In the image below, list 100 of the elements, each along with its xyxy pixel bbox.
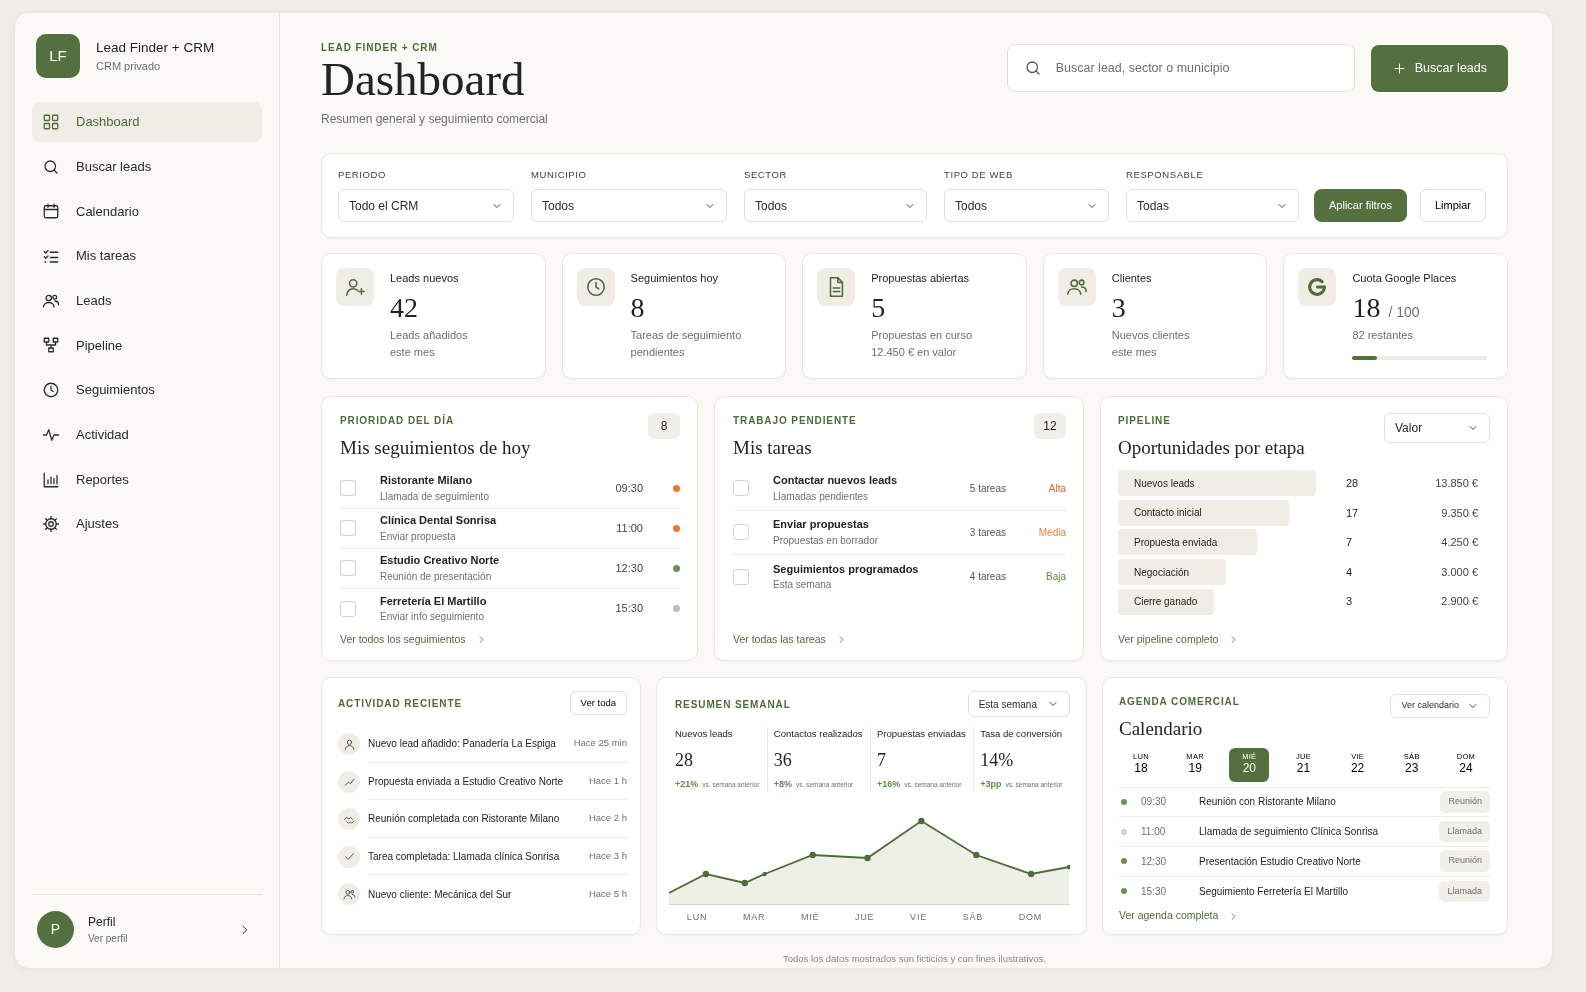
stat-note: Tareas de seguimiento	[630, 328, 743, 344]
event-title: Llamada de seguimiento Clínica Sonrisa	[1199, 825, 1379, 840]
stage-count: 28	[1346, 476, 1360, 492]
checkbox[interactable]	[733, 480, 749, 496]
sidebar-item[interactable]: Dashboard	[32, 102, 262, 142]
apply-filters-button[interactable]: Aplicar filtros	[1314, 189, 1407, 222]
week-dropdown[interactable]: Esta semana	[967, 691, 1070, 717]
activity-time: Hace 1 h	[588, 773, 627, 788]
page-eyebrow: LEAD FINDER + CRM	[321, 41, 439, 55]
user-plus-icon	[344, 276, 366, 298]
checkbox[interactable]	[340, 600, 356, 617]
metric-change: +3pp	[980, 778, 1002, 792]
stat-note: 82 restantes	[1352, 328, 1414, 344]
user-icon	[342, 737, 356, 751]
stage-value: 9.350 €	[1440, 505, 1478, 521]
activity-time: Hace 25 min	[573, 736, 627, 751]
day-label: LUN	[686, 910, 708, 924]
users-icon	[342, 887, 356, 901]
checkbox[interactable]	[733, 568, 749, 585]
filter-dropdown[interactable]: Todos	[944, 189, 1109, 222]
metric-label: Contactos realizados	[773, 727, 864, 741]
task-detail: Esta semana	[773, 578, 833, 593]
stat-label: Leads nuevos	[390, 271, 460, 286]
card-eyebrow: TRABAJO PENDIENTE	[733, 414, 857, 428]
view-all-button[interactable]: Ver toda	[569, 691, 627, 716]
sidebar-item[interactable]: Calendario	[32, 191, 262, 232]
data-point	[918, 817, 925, 824]
brand-subtitle: CRM privado	[96, 58, 162, 74]
day-label: JUE	[855, 910, 875, 924]
filter-dropdown[interactable]: Todo el CRM	[338, 189, 514, 222]
sidebar-item[interactable]: Reportes	[32, 459, 262, 500]
filter-label: SECTOR	[744, 167, 788, 182]
card-eyebrow: ACTIVIDAD RECIENTE	[338, 696, 462, 711]
checkbox[interactable]	[340, 560, 356, 576]
followup-detail: Llamada de seguimiento	[380, 489, 490, 504]
checkbox[interactable]	[733, 524, 749, 540]
stage-bar: Propuesta enviada	[1118, 529, 1258, 556]
task-detail: Llamadas pendientes	[773, 489, 870, 504]
sidebar-item[interactable]: Buscar leads	[32, 146, 262, 187]
sidebar-item[interactable]: Seguimientos	[32, 370, 262, 411]
search-field[interactable]: Buscar lead, sector o municipio	[1006, 44, 1355, 92]
stage-value: 2.900 €	[1440, 594, 1478, 610]
card-eyebrow: PIPELINE	[1118, 414, 1172, 428]
card-eyebrow: AGENDA COMERCIAL	[1119, 695, 1240, 709]
followup-name: Ferretería El Martillo	[380, 593, 488, 609]
event-title: Seguimiento Ferretería El Martillo	[1199, 884, 1349, 899]
followup-detail: Enviar info seguimiento	[380, 610, 485, 625]
filter-dropdown[interactable]: Todas	[1126, 189, 1299, 222]
activity-text: Nuevo lead añadido: Panadería La Espiga	[368, 737, 557, 751]
clear-button[interactable]: Limpiar	[1419, 189, 1487, 222]
activity-text: Nuevo cliente: Mecánica del Sur	[368, 887, 513, 902]
event-time: 12:30	[1141, 854, 1168, 869]
calendar-icon	[42, 202, 60, 221]
hierarchy-icon	[42, 336, 60, 355]
card-eyebrow: RESUMEN SEMANAL	[675, 697, 791, 712]
day-label: SÁB	[962, 910, 984, 924]
event-title: Reunión con Ristorante Milano	[1199, 795, 1337, 810]
stat-value: 5	[871, 292, 886, 324]
metric-value: 36	[773, 749, 793, 773]
followup-time: 12:30	[615, 560, 643, 576]
bar-chart-icon	[42, 470, 60, 489]
data-point	[973, 851, 980, 858]
sidebar-item[interactable]: Mis tareas	[32, 236, 262, 277]
task-name: Seguimientos programados	[773, 561, 920, 577]
page-subtitle: Resumen general y seguimiento comercial	[321, 111, 548, 129]
day-label: MIÉ	[800, 910, 820, 924]
stage-value: 4.250 €	[1440, 535, 1478, 551]
sidebar-item[interactable]: Leads	[32, 280, 262, 321]
view-all-link[interactable]: Ver todas las tareas	[733, 632, 847, 648]
sidebar-item[interactable]: Actividad	[32, 414, 262, 455]
followup-name: Ristorante Milano	[380, 473, 474, 489]
checkbox[interactable]	[340, 480, 356, 496]
data-point	[864, 854, 871, 861]
task-name: Contactar nuevos leads	[773, 473, 899, 489]
sidebar-item[interactable]: Ajustes	[32, 504, 262, 545]
priority-label: Media	[1037, 525, 1066, 540]
clock-icon	[584, 276, 607, 298]
value-dropdown[interactable]: Valor	[1384, 413, 1490, 443]
view-all-link[interactable]: Ver agenda completa	[1119, 908, 1240, 924]
sidebar-item[interactable]: Pipeline	[32, 325, 262, 366]
activity-time: Hace 2 h	[588, 811, 627, 826]
filter-dropdown[interactable]: Todos	[744, 189, 927, 222]
stat-note: Propuestas en curso	[871, 328, 974, 344]
stage-count: 4	[1346, 564, 1354, 580]
checkbox[interactable]	[340, 520, 356, 536]
data-point	[741, 879, 748, 886]
event-tag: Reunión	[1440, 791, 1490, 813]
stat-note: este mes	[1111, 345, 1158, 361]
view-all-link[interactable]: Ver todos los seguimientos	[340, 632, 487, 648]
stage-bar: Contacto inicial	[1118, 499, 1289, 526]
search-leads-button[interactable]: Buscar leads	[1370, 44, 1508, 92]
day-label: DOM	[1018, 910, 1043, 924]
followup-name: Estudio Creativo Norte	[380, 553, 501, 569]
stat-note: este mes	[390, 345, 436, 361]
profile-link[interactable]: Ver perfil	[88, 931, 224, 946]
activity-text: Propuesta enviada a Estudio Creativo Norte	[368, 774, 565, 789]
filter-dropdown[interactable]: Todos	[531, 189, 727, 222]
calendar-dropdown[interactable]: Ver calendario	[1390, 694, 1490, 718]
view-all-link[interactable]: Ver pipeline completo	[1118, 632, 1240, 648]
day-label: VIE	[910, 910, 927, 924]
